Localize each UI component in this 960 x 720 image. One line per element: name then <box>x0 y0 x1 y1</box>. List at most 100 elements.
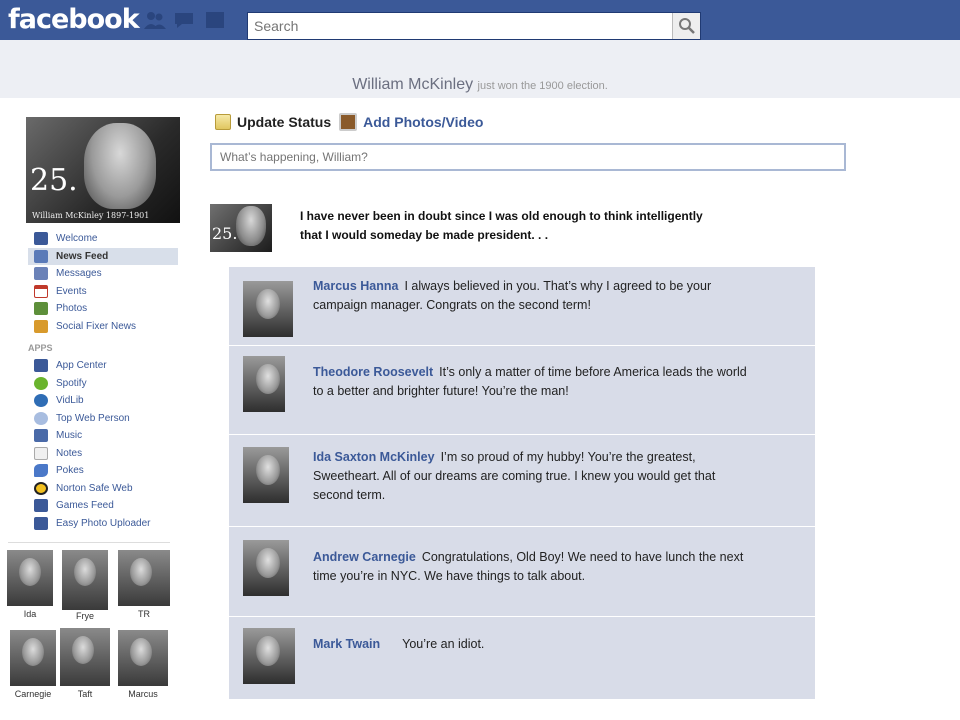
games-feed-icon <box>34 499 48 512</box>
nav-item-easy-photo-uploader[interactable]: Easy Photo Uploader <box>28 515 178 533</box>
nav-item-news-feed[interactable]: News Feed <box>28 247 178 265</box>
comment-body: Marcus Hanna I always believed in you. Th… <box>313 277 759 315</box>
comments-list: Marcus Hanna I always believed in you. Th… <box>229 267 815 699</box>
profile-face <box>84 123 156 209</box>
friend-marcus[interactable]: Marcus <box>117 630 169 699</box>
friend-requests-icon[interactable] <box>143 10 167 30</box>
status-input[interactable] <box>212 145 844 169</box>
nav-item-events[interactable]: Events <box>28 283 178 301</box>
profile-number: 25. <box>30 163 78 198</box>
nav-item-app-center[interactable]: App Center <box>28 357 178 375</box>
comment-author[interactable]: Ida Saxton McKinley <box>313 450 435 464</box>
nav-item-welcome[interactable]: Welcome <box>28 230 178 248</box>
friend-name: Marcus <box>128 689 158 699</box>
friend-frye[interactable]: Frye <box>61 550 109 621</box>
headline: William McKinley just won the 1900 elect… <box>0 76 960 94</box>
friend-tr[interactable]: TR <box>117 550 171 619</box>
facebook-logo[interactable]: facebook <box>8 4 140 35</box>
post-avatar-number: 25. <box>212 224 238 243</box>
friend-photo <box>118 630 168 686</box>
comment-author[interactable]: Mark Twain <box>313 637 380 651</box>
nav-item-label: Games Feed <box>56 500 114 511</box>
top-bar: facebook <box>0 0 960 40</box>
headline-name[interactable]: William McKinley <box>352 76 473 93</box>
comment-avatar[interactable] <box>243 281 293 337</box>
comment-body: Andrew Carnegie Congratulations, Old Boy!… <box>313 548 759 586</box>
notifications-icon[interactable] <box>203 10 227 30</box>
friend-photo <box>62 550 108 610</box>
comment-body: Mark Twain You’re an idiot. <box>313 635 759 654</box>
nav-item-label: Easy Photo Uploader <box>56 517 151 529</box>
post-avatar[interactable]: 25. <box>210 204 272 252</box>
nav-item-label: Photos <box>56 303 88 314</box>
social-fixer-icon <box>34 319 48 333</box>
nav-item-pokes[interactable]: Pokes <box>28 462 178 480</box>
nav-item-label: VidLib <box>56 395 84 406</box>
photo-uploader-icon <box>34 516 48 530</box>
comment-author[interactable]: Marcus Hanna <box>313 279 398 293</box>
music-icon <box>34 429 48 442</box>
nav-item-label: Top Web Person <box>56 412 130 424</box>
add-photos-label: Add Photos/Video <box>363 114 484 130</box>
nav-item-label: Messages <box>56 268 102 279</box>
post-text: I have never been in doubt since I was o… <box>300 209 703 242</box>
nav-item-label: Spotify <box>56 377 87 389</box>
nav-item-messages[interactable]: Messages <box>28 265 178 283</box>
update-status-label: Update Status <box>237 114 332 130</box>
calendar-icon <box>34 284 48 298</box>
profile-caption: William McKinley 1897-1901 <box>32 211 150 220</box>
friend-photo <box>7 550 53 606</box>
nav-item-music[interactable]: Music <box>28 427 178 445</box>
nav-item-label: Norton Safe Web <box>56 482 133 494</box>
friend-taft[interactable]: Taft <box>60 628 110 699</box>
comment-avatar[interactable] <box>243 447 289 503</box>
nav-item-social-fixer-news[interactable]: Social Fixer News <box>28 318 178 336</box>
nav-item-photos[interactable]: Photos <box>28 300 178 318</box>
comment-author[interactable]: Andrew Carnegie <box>313 550 416 564</box>
profile-photo[interactable]: 25. William McKinley 1897-1901 <box>26 117 180 223</box>
status-box <box>210 143 846 171</box>
nav-item-vidlib[interactable]: VidLib <box>28 392 178 410</box>
comment-body: Theodore Roosevelt It’s only a matter of … <box>313 363 759 401</box>
update-status-tab[interactable]: Update Status <box>215 114 331 130</box>
comment-author[interactable]: Theodore Roosevelt <box>313 365 433 379</box>
friend-name: Ida <box>23 609 37 619</box>
comment-body: Ida Saxton McKinley I’m so proud of my hu… <box>313 448 759 505</box>
nav-item-label: Social Fixer News <box>56 320 137 332</box>
friend-ida[interactable]: Ida <box>6 550 54 619</box>
comment-item: Theodore Roosevelt It’s only a matter of … <box>229 346 815 435</box>
photo-icon <box>339 113 358 131</box>
nav-item-top-web-person[interactable]: Top Web Person <box>28 410 178 428</box>
messages-icon <box>34 267 48 280</box>
nav-item-label: Notes <box>56 447 83 459</box>
nav-item-notes[interactable]: Notes <box>28 445 178 463</box>
messages-icon[interactable] <box>173 10 197 30</box>
pokes-icon <box>34 464 48 477</box>
nav-item-label: News Feed <box>56 250 109 262</box>
friend-name: Frye <box>76 611 94 621</box>
facebook-icon <box>34 232 48 245</box>
photos-icon <box>34 302 48 315</box>
left-nav: Welcome News Feed Messages Events Photos… <box>28 230 178 532</box>
post-avatar-face <box>236 206 266 246</box>
comment-item: Mark Twain You’re an idiot. <box>229 617 815 699</box>
friend-photo <box>60 628 110 686</box>
comment-item: Andrew Carnegie Congratulations, Old Boy!… <box>229 527 815 617</box>
search-input[interactable] <box>248 13 668 39</box>
friend-carnegie[interactable]: Carnegie <box>9 630 57 699</box>
news-feed-icon <box>34 249 48 263</box>
comment-text: You’re an idiot. <box>402 637 485 651</box>
search-button[interactable] <box>672 13 700 39</box>
sidebar-divider <box>8 542 170 543</box>
nav-item-norton-safe-web[interactable]: Norton Safe Web <box>28 480 178 498</box>
nav-item-games-feed[interactable]: Games Feed <box>28 497 178 515</box>
friend-photo <box>10 630 56 686</box>
comment-avatar[interactable] <box>243 540 289 596</box>
nav-item-label: App Center <box>56 360 107 371</box>
add-photos-tab[interactable]: Add Photos/Video <box>339 113 483 131</box>
comment-avatar[interactable] <box>243 628 295 684</box>
nav-item-label: Welcome <box>56 233 98 244</box>
comment-avatar[interactable] <box>243 356 285 412</box>
nav-item-spotify[interactable]: Spotify <box>28 375 178 393</box>
search-icon <box>679 18 695 34</box>
